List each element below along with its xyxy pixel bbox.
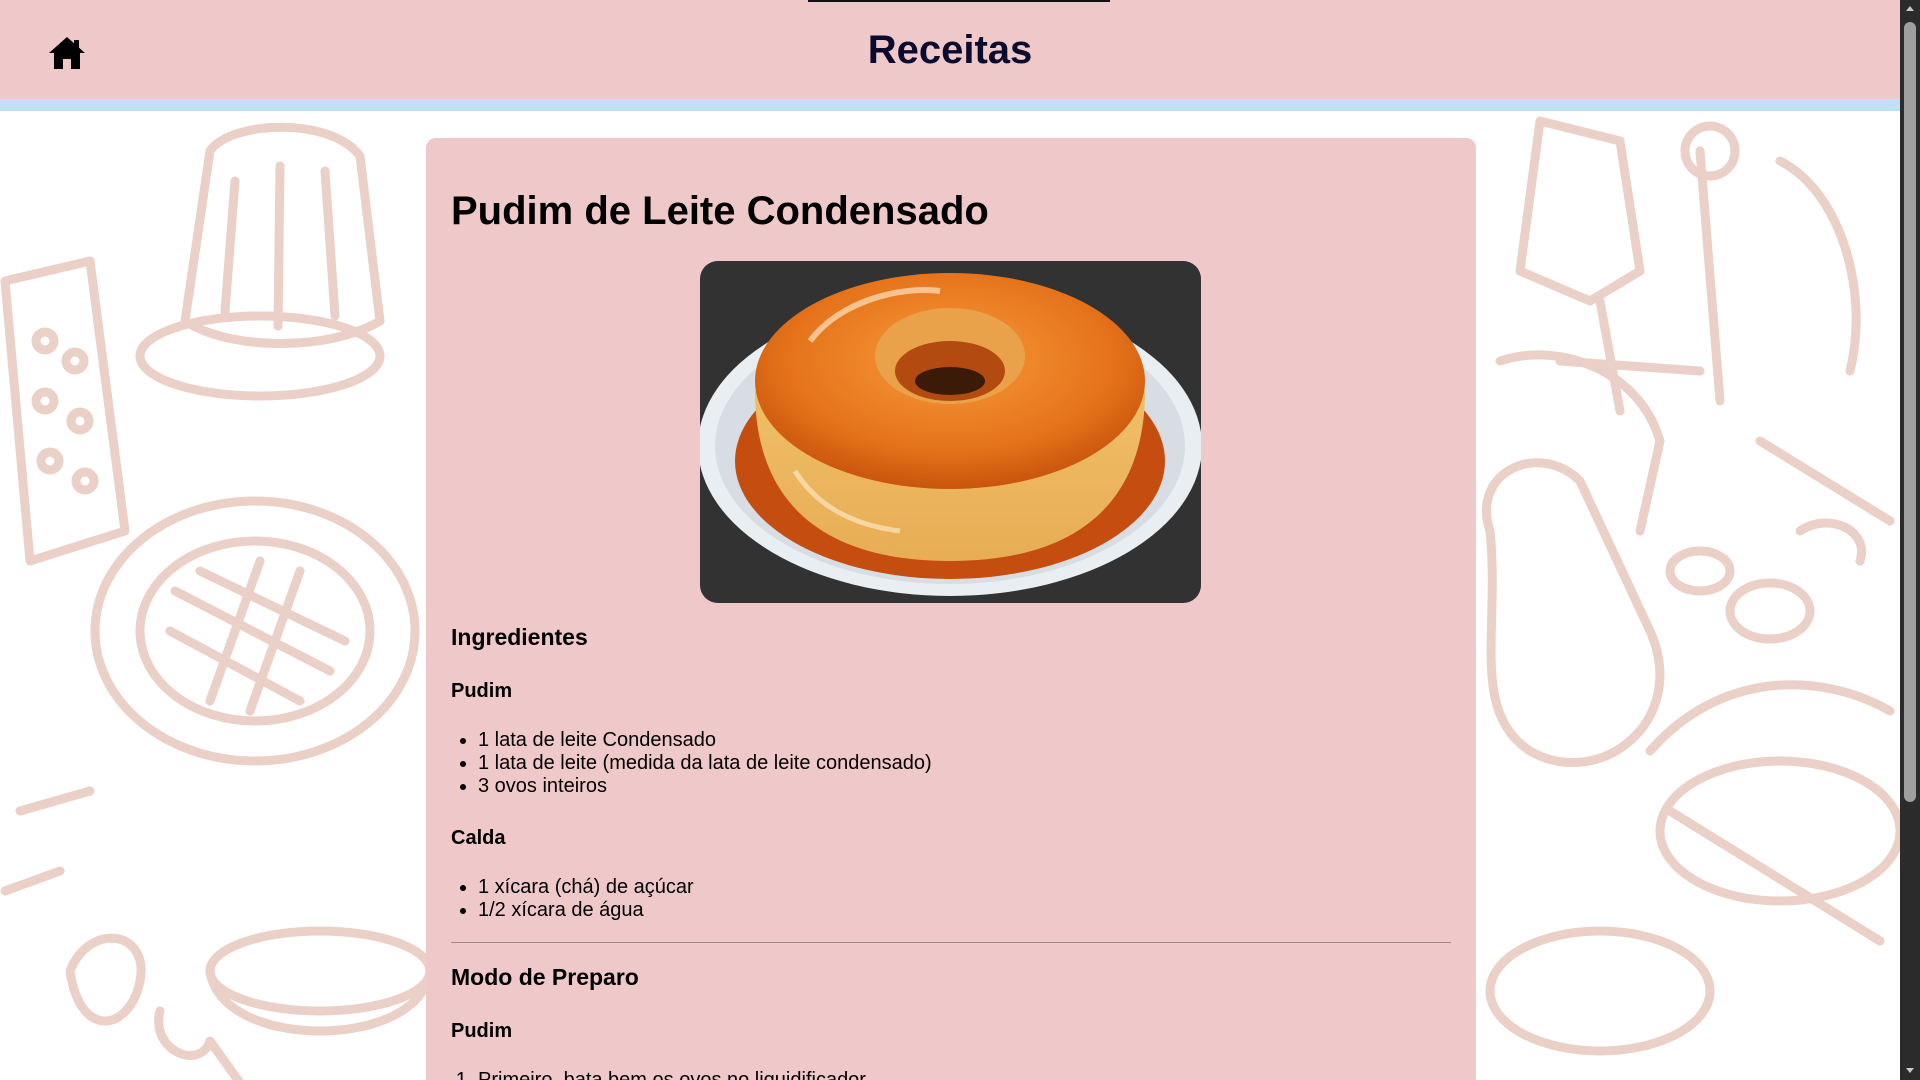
ingredients-section: Ingredientes xyxy=(451,623,1451,651)
list-item: 1/2 xícara de água xyxy=(478,899,1451,922)
recipe-title: Pudim de Leite Condensado xyxy=(451,189,989,233)
preparation-steps: Primeiro, bata bem os ovos no liquidific… xyxy=(451,1069,1451,1080)
recipe-content: Pudim de Leite Condensado Ingredientes P… xyxy=(451,138,1451,1080)
app-title: Receitas xyxy=(867,28,1033,72)
top-navigation-bar: Receitas xyxy=(0,0,1900,111)
recipe-card: Pudim de Leite Condensado Ingredientes P… xyxy=(426,138,1476,1080)
vertical-scrollbar[interactable] xyxy=(1900,0,1920,1080)
preparation-section: Modo de Preparo xyxy=(451,963,1451,991)
ingredients-group-calda: Calda 1 xícara (chá) de açúcar 1/2 xícar… xyxy=(451,826,1451,922)
group-heading: Pudim xyxy=(451,680,513,702)
ingredient-list: 1 xícara (chá) de açúcar 1/2 xícara de á… xyxy=(451,876,1451,922)
ingredient-list: 1 lata de leite Condensado 1 lata de lei… xyxy=(451,729,1451,798)
scrollbar-thumb[interactable] xyxy=(1904,22,1916,802)
list-item: 1 xícara (chá) de açúcar xyxy=(478,876,1451,899)
scroll-up-arrow-icon[interactable] xyxy=(1906,6,1914,11)
preparation-heading: Modo de Preparo xyxy=(451,964,639,990)
list-item: 1 lata de leite (medida da lata de leite… xyxy=(478,752,1451,775)
list-item: 3 ovos inteiros xyxy=(478,775,1451,798)
scroll-down-arrow-icon[interactable] xyxy=(1906,1068,1914,1073)
top-tab-indicator xyxy=(808,0,1110,2)
section-divider xyxy=(451,942,1451,943)
ingredients-heading: Ingredientes xyxy=(451,624,588,650)
page: Receitas Pudim de Leite Condensado Ingre… xyxy=(0,0,1900,1080)
group-heading: Calda xyxy=(451,827,506,849)
pudim-photo xyxy=(700,261,1201,603)
ingredients-group-pudim: Pudim 1 lata de leite Condensado 1 lata … xyxy=(451,679,1451,798)
list-item: 1 lata de leite Condensado xyxy=(478,729,1451,752)
group-heading: Pudim xyxy=(451,1020,513,1042)
preparation-group-pudim: Pudim Primeiro, bata bem os ovos no liqu… xyxy=(451,1019,1451,1080)
list-item: Primeiro, bata bem os ovos no liquidific… xyxy=(478,1069,1451,1080)
